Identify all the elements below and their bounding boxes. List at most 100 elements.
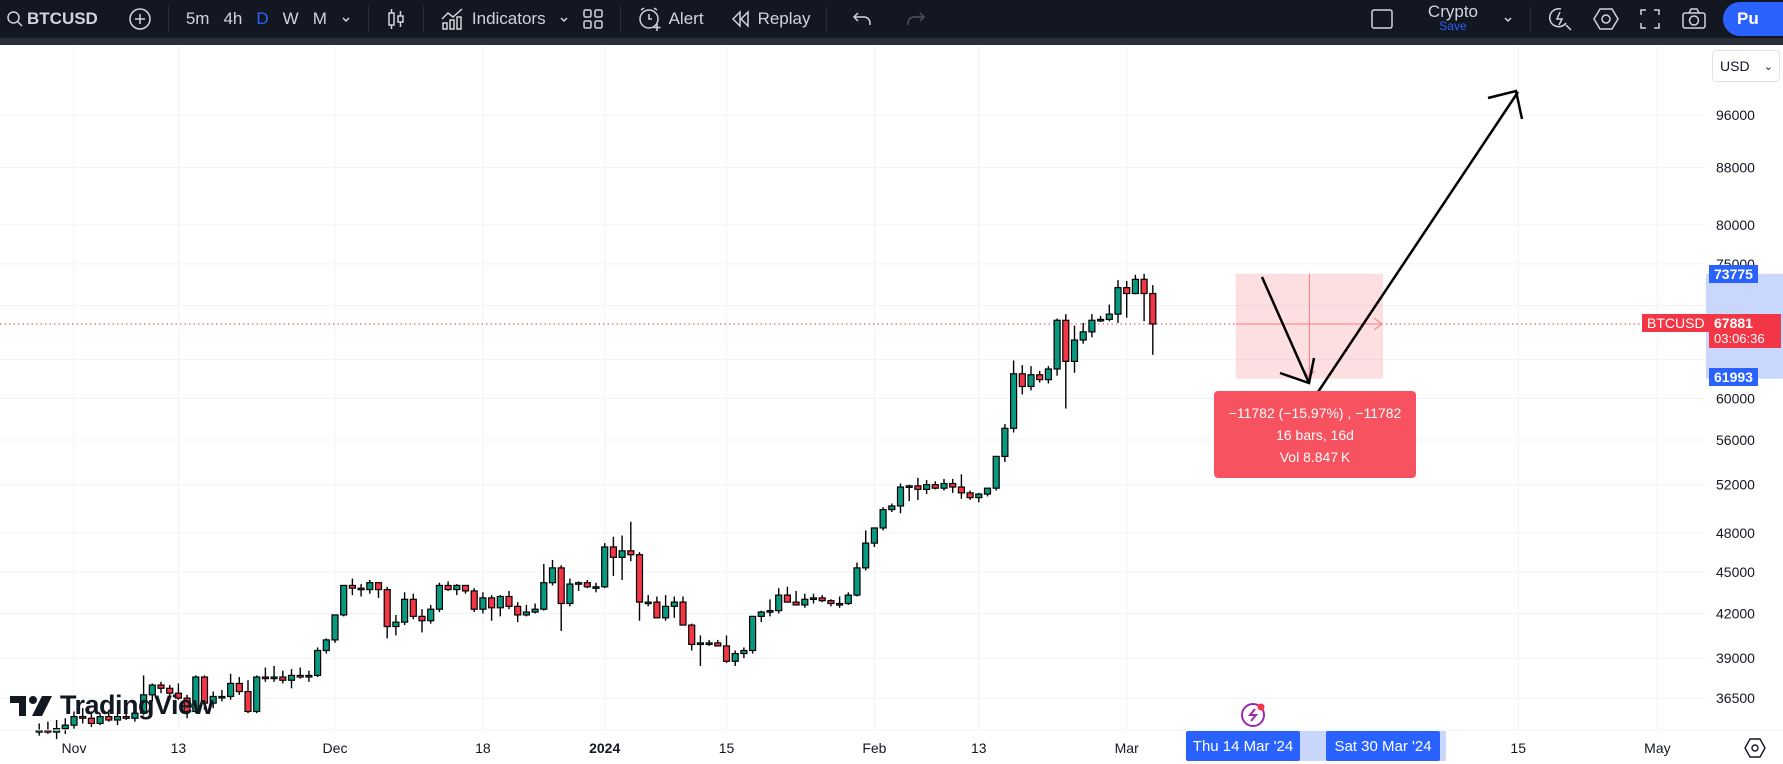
quick-search-button[interactable] [1541, 0, 1579, 38]
settings-icon [1593, 8, 1619, 30]
price-axis-label: 96000 [1716, 107, 1755, 123]
symbol-search-button[interactable]: BTCUSD [0, 0, 104, 38]
time-axis-label: Mar [1115, 740, 1139, 756]
candle-up [801, 598, 809, 606]
divider [167, 6, 169, 32]
compare-symbol-button[interactable] [122, 0, 158, 38]
time-axis-label: 2024 [589, 740, 620, 756]
candle-down [818, 597, 826, 602]
indicator-templates-button[interactable] [576, 0, 610, 38]
candle-up [983, 487, 992, 495]
candle-up [592, 586, 600, 589]
candle-down [1018, 373, 1026, 388]
layout-dropdown[interactable] [1496, 0, 1520, 38]
candles-icon [388, 9, 404, 29]
candle-down [296, 674, 304, 678]
candle-down [461, 584, 470, 592]
current-price: 67881 [1714, 315, 1753, 331]
interval-d[interactable]: D [249, 0, 275, 38]
candle-up [1105, 313, 1113, 321]
redo-button[interactable] [899, 0, 933, 38]
snapshot-button[interactable] [1675, 0, 1713, 38]
candle-up [548, 567, 557, 584]
price-chart[interactable]: 36500 39000 42000 45000 48000 52000 56000 60000… [0, 45, 1783, 763]
candle-up [227, 682, 235, 698]
indicators-label: Indicators [471, 9, 546, 28]
time-axis-label: 15 [1510, 740, 1526, 756]
candle-down [653, 601, 661, 619]
candle-down [470, 590, 478, 610]
fullscreen-button[interactable] [1633, 0, 1667, 38]
chart-type-button[interactable] [379, 0, 413, 38]
settings-button[interactable] [1587, 0, 1625, 38]
candle-up [453, 584, 461, 591]
price-axis-label: 36500 [1716, 690, 1755, 706]
fullscreen-icon [1640, 9, 1660, 29]
price-axis-label: 80000 [1716, 217, 1755, 233]
layout-button[interactable] [1364, 0, 1400, 38]
candle-down [44, 729, 52, 733]
chevron-down-icon [1504, 17, 1512, 23]
interval-4h[interactable]: 4h [216, 0, 249, 38]
divider [422, 6, 424, 32]
candle-up [1088, 319, 1096, 333]
candle-up [401, 598, 409, 623]
candle-down [244, 690, 252, 713]
measure-bars: 16 bars, 16d [1276, 426, 1354, 443]
alert-button[interactable]: Alert [631, 0, 710, 38]
candle-down [348, 584, 356, 589]
replay-button[interactable]: Replay [724, 0, 817, 38]
candle-down [1123, 287, 1131, 295]
indicators-dropdown[interactable] [552, 0, 576, 38]
interval-dropdown[interactable] [334, 0, 358, 38]
candle-down [418, 615, 426, 622]
candle-down [1036, 374, 1044, 381]
settings-icon [1744, 738, 1766, 758]
undo-button[interactable] [845, 0, 879, 38]
candle-down [679, 601, 687, 626]
chevron-down-icon: ⌄ [1763, 60, 1773, 73]
lightning-icon [1241, 703, 1265, 727]
candle-down [609, 546, 618, 558]
interval-w[interactable]: W [276, 0, 306, 38]
candle-up [1096, 318, 1105, 322]
chart-area[interactable]: 36500 39000 42000 45000 48000 52000 56000 60000… [0, 45, 1783, 763]
interval-group: 5m 4h D W M [179, 0, 334, 38]
candle-up [618, 550, 626, 558]
candle-up [940, 482, 948, 489]
interval-m[interactable]: M [306, 0, 334, 38]
candle-down [1149, 292, 1157, 325]
interval-dropdown-icon [342, 17, 350, 23]
currency-select[interactable]: USD ⌄ [1712, 50, 1780, 82]
candle-up [322, 639, 330, 652]
divider [826, 6, 828, 32]
candle-up [540, 582, 548, 610]
candle-up [392, 621, 400, 628]
time-axis-label: Nov [62, 740, 87, 756]
interval-5m[interactable]: 5m [179, 0, 217, 38]
candle-up [366, 582, 374, 591]
lightning-alert-button[interactable] [1239, 700, 1267, 728]
tradingview-logo[interactable]: TradingView [10, 690, 214, 721]
publish-button[interactable]: Pu [1723, 2, 1783, 36]
candle-up [479, 597, 487, 610]
indicators-button[interactable]: Indicators [434, 0, 552, 38]
axis-settings-button[interactable] [1744, 737, 1766, 759]
candle-down [374, 582, 383, 591]
candle-up [35, 729, 43, 733]
snapshot-icon [1682, 8, 1706, 29]
measure-volume: Vol 8.847 K [1279, 448, 1351, 465]
candle-up [427, 608, 435, 622]
candle-up [1053, 319, 1061, 370]
divider [619, 6, 621, 32]
candle-up [644, 601, 652, 605]
candle-up [574, 582, 583, 585]
layout-name-button[interactable]: Crypto Save [1422, 0, 1484, 38]
candle-up [270, 676, 278, 680]
candle-up [1009, 373, 1018, 429]
measure-change: −11782 (−15.97%) , −11782 [1228, 404, 1402, 421]
time-axis-label: May [1644, 740, 1670, 756]
layout-name: Crypto [1427, 2, 1478, 21]
range-end-date-tag: Sat 30 Mar '24 [1326, 731, 1440, 761]
candle-up [888, 505, 896, 511]
